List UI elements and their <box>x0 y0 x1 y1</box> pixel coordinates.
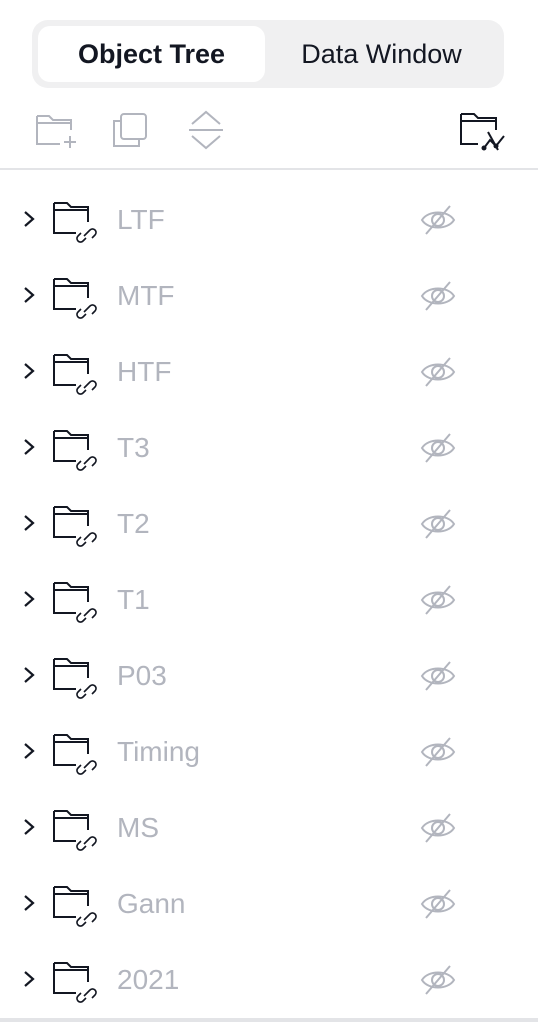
eye-crossed-icon[interactable] <box>418 504 458 544</box>
tree-row-htf[interactable]: HTF <box>0 334 538 410</box>
tree-row-label: 2021 <box>117 964 180 995</box>
tab-object-tree[interactable]: Object Tree <box>38 26 265 82</box>
eye-crossed-icon[interactable] <box>418 808 458 848</box>
chevron-right-icon[interactable] <box>18 892 40 914</box>
linked-folder-icon <box>53 962 97 1003</box>
linked-folder-icon <box>53 430 97 471</box>
linked-folder-icon <box>53 354 97 395</box>
eye-crossed-icon[interactable] <box>418 732 458 772</box>
eye-crossed-icon[interactable] <box>418 656 458 696</box>
tree-row-label: T3 <box>117 432 150 463</box>
chevron-right-icon[interactable] <box>18 436 40 458</box>
chevron-right-icon[interactable] <box>18 360 40 382</box>
new-group-icon <box>36 115 76 148</box>
chevron-right-icon[interactable] <box>18 816 40 838</box>
list-bottom-divider <box>0 1018 538 1022</box>
tree-row-label: MS <box>117 812 159 843</box>
chevron-right-icon[interactable] <box>18 512 40 534</box>
tree-row-timing[interactable]: Timing <box>0 714 538 790</box>
eye-crossed-icon[interactable] <box>418 960 458 1000</box>
tab-data-window[interactable]: Data Window <box>265 26 498 82</box>
tree-row-mtf[interactable]: MTF <box>0 258 538 334</box>
tree-row-label: P03 <box>117 660 167 691</box>
tree-row-gann[interactable]: Gann <box>0 866 538 942</box>
chevron-right-icon[interactable] <box>18 284 40 306</box>
eye-crossed-icon[interactable] <box>418 276 458 316</box>
eye-crossed-icon[interactable] <box>418 200 458 240</box>
linked-folder-icon <box>53 658 97 699</box>
manage-drawings-button[interactable] <box>458 108 506 152</box>
tree-row-ltf[interactable]: LTF <box>0 182 538 258</box>
chevron-right-icon[interactable] <box>18 208 40 230</box>
chevron-right-icon[interactable] <box>18 664 40 686</box>
linked-folder-icon <box>53 582 97 623</box>
collapse-expand-button[interactable] <box>182 108 230 152</box>
clone-icon <box>113 113 147 147</box>
eye-crossed-icon[interactable] <box>418 428 458 468</box>
tree-row-label: MTF <box>117 280 175 311</box>
tree-row-t1[interactable]: T1 <box>0 562 538 638</box>
tree-row-p03[interactable]: P03 <box>0 638 538 714</box>
tree-row-t3[interactable]: T3 <box>0 410 538 486</box>
tree-row-label: HTF <box>117 356 172 387</box>
linked-folder-icon <box>53 734 97 775</box>
tree-row-ms[interactable]: MS <box>0 790 538 866</box>
tree-row-label: T2 <box>117 508 150 539</box>
chevron-right-icon[interactable] <box>18 968 40 990</box>
linked-folder-icon <box>53 506 97 547</box>
chevron-right-icon[interactable] <box>18 588 40 610</box>
tree-row-t2[interactable]: T2 <box>0 486 538 562</box>
linked-folder-icon <box>53 202 97 243</box>
new-group-button[interactable] <box>32 108 80 152</box>
tree-row-label: LTF <box>117 204 165 235</box>
toolbar-divider <box>0 168 538 170</box>
tree-row-label: Timing <box>117 736 200 767</box>
eye-crossed-icon[interactable] <box>418 352 458 392</box>
linked-folder-icon <box>53 278 97 319</box>
panel-tab-switcher: Object Tree Data Window <box>32 20 504 88</box>
tree-row-label: T1 <box>117 584 150 615</box>
linked-folder-icon <box>53 810 97 851</box>
clone-button[interactable] <box>106 108 154 152</box>
tree-row-label: Gann <box>117 888 186 919</box>
linked-folder-icon <box>53 886 97 927</box>
collapse-expand-icon <box>189 110 223 150</box>
tree-row-2021[interactable]: 2021 <box>0 942 538 1018</box>
eye-crossed-icon[interactable] <box>418 884 458 924</box>
eye-crossed-icon[interactable] <box>418 580 458 620</box>
manage-drawings-icon <box>460 113 505 151</box>
chevron-right-icon[interactable] <box>18 740 40 762</box>
